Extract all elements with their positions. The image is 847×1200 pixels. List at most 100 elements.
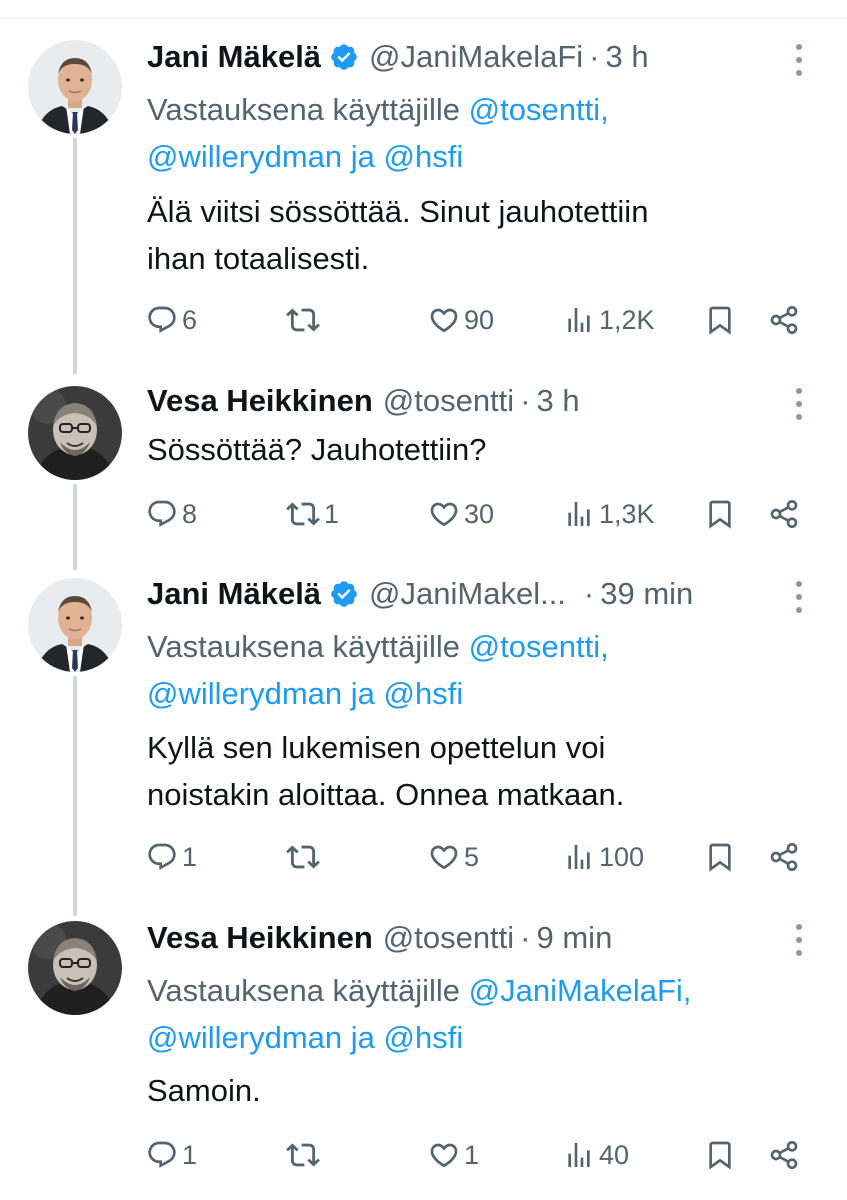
reply-button[interactable]: 1: [146, 1135, 197, 1175]
bookmark-icon: [704, 1139, 736, 1171]
like-count: 1: [464, 1139, 480, 1170]
retweet-button[interactable]: [286, 300, 324, 340]
reply-prefix: Vastauksena käyttäjille: [147, 973, 461, 1008]
author-name[interactable]: Jani Mäkelä: [147, 39, 321, 75]
timestamp[interactable]: 9 min: [537, 920, 613, 956]
reply-button[interactable]: 1: [146, 837, 197, 877]
share-button[interactable]: [768, 494, 800, 534]
separator-dot: ·: [589, 39, 600, 74]
mention-link[interactable]: @JaniMakelaFi,: [469, 973, 692, 1008]
view-count: 100: [599, 841, 645, 872]
like-button[interactable]: 90: [428, 300, 494, 340]
bookmark-icon: [704, 304, 736, 336]
reply-button[interactable]: 8: [146, 494, 197, 534]
avatar[interactable]: [28, 40, 122, 134]
avatar[interactable]: [28, 386, 122, 480]
mention-link[interactable]: @willerydman: [147, 676, 342, 711]
reply-icon: [146, 1139, 178, 1171]
separator-dot: ·: [520, 920, 531, 955]
tweet-header: Jani Mäkelä @JaniMakelaFi · 3 h: [147, 37, 649, 77]
retweet-button[interactable]: [286, 1135, 324, 1175]
like-button[interactable]: 30: [428, 494, 494, 534]
author-name[interactable]: Jani Mäkelä: [147, 576, 321, 612]
tweet-actions: 8 1 30 1,3K: [0, 494, 847, 534]
timestamp[interactable]: 3 h: [605, 39, 648, 75]
tweet-actions: 1 5 100: [0, 837, 847, 877]
reply-count: 8: [182, 498, 198, 529]
share-button[interactable]: [768, 837, 800, 877]
mention-link[interactable]: @willerydman: [147, 139, 342, 174]
more-options-icon[interactable]: [792, 924, 806, 958]
retweet-icon: [286, 303, 320, 337]
views-button[interactable]: 40: [563, 1135, 629, 1175]
tweet-text: Sössöttää? Jauhotettiin?: [147, 426, 487, 473]
more-options-icon[interactable]: [792, 581, 806, 615]
bookmark-button[interactable]: [704, 1135, 736, 1175]
reply-icon: [146, 304, 178, 336]
reply-count: 1: [182, 841, 198, 872]
like-count: 30: [464, 498, 495, 529]
mention-link[interactable]: @hsfi: [384, 1020, 464, 1055]
retweet-icon: [286, 497, 320, 531]
reply-prefix: Vastauksena käyttäjille: [147, 92, 461, 127]
tweet-text-line: Sössöttää? Jauhotettiin?: [147, 432, 487, 467]
retweet-count: 1: [324, 498, 340, 529]
views-icon: [563, 498, 595, 530]
heart-icon: [428, 1139, 460, 1171]
retweet-button[interactable]: 1: [286, 494, 339, 534]
mention-link[interactable]: @tosentti,: [469, 629, 609, 664]
author-name[interactable]: Vesa Heikkinen: [147, 383, 373, 419]
tweet-text-line: Älä viitsi sössöttää. Sinut jauhotettiin: [147, 194, 649, 229]
mention-link[interactable]: @willerydman: [147, 1020, 342, 1055]
author-handle[interactable]: @JaniMakelaFi: [369, 39, 583, 75]
mention-link[interactable]: @hsfi: [384, 139, 464, 174]
more-options-icon[interactable]: [792, 388, 806, 422]
avatar[interactable]: [28, 578, 122, 672]
views-button[interactable]: 1,3K: [563, 494, 655, 534]
tweet-header: Jani Mäkelä @JaniMakel... · 39 min: [147, 574, 693, 614]
author-handle[interactable]: @tosentti: [383, 920, 514, 956]
timestamp[interactable]: 3 h: [537, 383, 580, 419]
retweet-icon: [286, 1138, 320, 1172]
like-count: 5: [464, 841, 480, 872]
author-name[interactable]: Vesa Heikkinen: [147, 920, 373, 956]
like-button[interactable]: 5: [428, 837, 479, 877]
share-icon: [768, 1139, 800, 1171]
mention-link[interactable]: @tosentti,: [469, 92, 609, 127]
retweet-icon: [286, 840, 320, 874]
tweet-actions: 6 90 1,2K: [0, 300, 847, 340]
avatar[interactable]: [28, 921, 122, 1015]
reply-and: ja: [350, 1020, 375, 1055]
reply-and: ja: [350, 139, 375, 174]
tweet-actions: 1 1 40: [0, 1135, 847, 1175]
thread-line: [73, 676, 77, 916]
bookmark-button[interactable]: [704, 837, 736, 877]
bookmark-button[interactable]: [704, 494, 736, 534]
share-icon: [768, 304, 800, 336]
views-button[interactable]: 100: [563, 837, 644, 877]
more-options-icon[interactable]: [792, 44, 806, 78]
verified-badge-icon: [329, 42, 359, 72]
author-handle[interactable]: @JaniMakel...: [369, 576, 566, 612]
tweet-text-line: ihan totaalisesti.: [147, 241, 370, 276]
author-handle[interactable]: @tosentti: [383, 383, 514, 419]
bookmark-icon: [704, 841, 736, 873]
tweet-header: Vesa Heikkinen @tosentti · 3 h: [147, 381, 580, 421]
reply-count: 1: [182, 1139, 198, 1170]
retweet-button[interactable]: [286, 837, 324, 877]
top-divider: [0, 18, 847, 19]
share-button[interactable]: [768, 1135, 800, 1175]
reply-context: Vastauksena käyttäjille @tosentti, @will…: [147, 623, 609, 717]
mention-link[interactable]: @hsfi: [384, 676, 464, 711]
view-count: 1,3K: [599, 498, 655, 529]
verified-badge-icon: [329, 579, 359, 609]
timestamp[interactable]: 39 min: [600, 576, 693, 612]
reply-button[interactable]: 6: [146, 300, 197, 340]
tweet-text-line: Kyllä sen lukemisen opettelun voi: [147, 730, 606, 765]
share-button[interactable]: [768, 300, 800, 340]
like-button[interactable]: 1: [428, 1135, 479, 1175]
bookmark-button[interactable]: [704, 300, 736, 340]
reply-icon: [146, 498, 178, 530]
tweet-text-line: Samoin.: [147, 1073, 261, 1108]
views-button[interactable]: 1,2K: [563, 300, 655, 340]
